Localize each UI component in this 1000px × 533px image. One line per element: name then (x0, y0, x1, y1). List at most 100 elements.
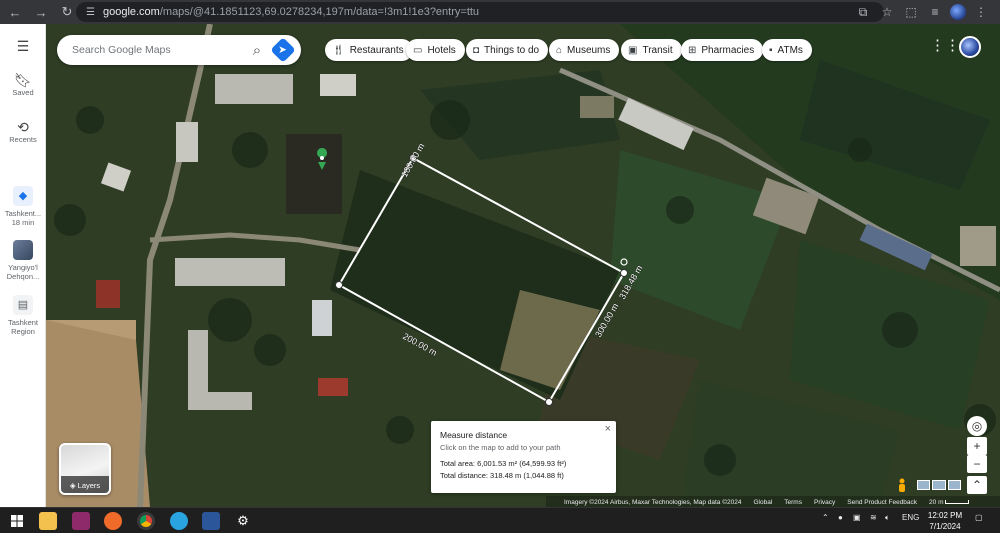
directions-icon: ◆ (13, 186, 33, 206)
app-icon[interactable] (72, 512, 90, 530)
chip-label: ATMs (777, 44, 803, 56)
directions-button[interactable]: ➤ (270, 37, 296, 63)
chip-label: Pharmacies (701, 44, 755, 56)
browser-toolbar: ← → ↻ ☰ google.com/maps/@41.1851123,69.0… (0, 0, 1000, 24)
chip-things-to-do[interactable]: ◘ Things to do (466, 39, 549, 61)
chip-transit[interactable]: ▣ Transit (621, 39, 682, 61)
notifications-icon[interactable]: ▢ (975, 513, 983, 522)
menu-button[interactable]: ☰ (0, 39, 46, 54)
global-link[interactable]: Global (753, 499, 772, 506)
chip-label: Hotels (427, 44, 456, 56)
plus-icon: + (973, 439, 981, 453)
close-icon[interactable]: × (605, 423, 611, 435)
google-apps-icon[interactable]: ⋮⋮⋮ (930, 36, 975, 58)
measure-vertex[interactable] (545, 398, 553, 406)
terms-link[interactable]: Terms (784, 499, 802, 506)
recent-item-tashkent-region[interactable]: ▤ Tashkent Region (0, 295, 46, 336)
measure-hint: Click on the map to add to your path (440, 443, 561, 452)
recent-item-tashkent[interactable]: ◆ Tashkent... 18 min (0, 186, 46, 227)
chip-restaurants[interactable]: 🍴︎ Restaurants (325, 39, 413, 61)
tray-app-icon[interactable]: ● (838, 513, 843, 522)
recents-label: Recents (9, 135, 37, 144)
forward-icon[interactable]: → (30, 1, 52, 23)
minus-icon: − (973, 457, 981, 471)
chip-hotels[interactable]: ▭ Hotels (406, 39, 465, 61)
imagery-thumb[interactable] (947, 480, 961, 490)
place-thumbnail (13, 240, 33, 260)
clock-time[interactable]: 12:02 PM (924, 511, 966, 520)
url-text: google.com/maps/@41.1851123,69.0278234,1… (103, 6, 479, 18)
bookmark-icon: 🔖︎ (14, 72, 32, 88)
layers-button[interactable]: ◈ Layers (59, 443, 111, 495)
search-icon[interactable]: ⌕ (244, 42, 270, 59)
total-distance: Total distance: 318.48 m (1,044.88 ft) (440, 471, 564, 480)
extensions-icon[interactable]: ⬚ (902, 5, 920, 19)
bus-icon: ▣ (628, 44, 638, 56)
scale-label: 20 m (929, 498, 944, 506)
install-app-icon[interactable]: ⧉ (854, 5, 872, 20)
chip-label: Museums (567, 44, 611, 56)
museum-icon: ⌂ (556, 44, 563, 56)
zoom-out-button[interactable]: − (967, 455, 987, 473)
windows-start-icon[interactable] (8, 512, 26, 530)
saved-button[interactable]: 🔖︎ Saved (0, 72, 46, 97)
telegram-icon[interactable] (170, 512, 188, 530)
measure-vertex[interactable] (335, 281, 343, 289)
camera-icon: ◘ (473, 44, 480, 56)
app-icon[interactable] (104, 512, 122, 530)
zoom-in-button[interactable]: + (967, 437, 987, 455)
pharmacy-icon: ⊞ (688, 44, 697, 56)
expand-button[interactable]: ⌃ (967, 476, 987, 494)
url-host: google.com (102, 6, 160, 18)
layers-text: Layers (77, 481, 101, 490)
profile-avatar-icon[interactable] (950, 4, 966, 20)
chip-museums[interactable]: ⌂ Museums (549, 39, 620, 61)
wifi-icon[interactable]: ≋ (870, 513, 877, 522)
directions-arrow-icon: ➤ (279, 44, 287, 55)
pegman-icon[interactable] (896, 478, 908, 494)
browser-actions: ⧉ ☆ ⬚ ≡ ⋮ (854, 2, 1000, 22)
privacy-link[interactable]: Privacy (814, 499, 835, 506)
chip-label: Restaurants (349, 44, 404, 56)
my-location-button[interactable]: ◎ (967, 416, 987, 436)
language-indicator[interactable]: ENG (902, 513, 919, 522)
recent-item-sublabel: Dehqon... (6, 272, 40, 281)
chevron-up-icon[interactable]: ⌃ (822, 513, 829, 522)
recent-item-sublabel: 18 min (11, 218, 35, 227)
recent-item-yangiyol[interactable]: Yangiyo'l Dehqon... (0, 240, 46, 281)
bed-icon: ▭ (413, 44, 423, 56)
measure-distance-card: Measure distance Click on the map to add… (431, 421, 616, 493)
word-icon[interactable] (202, 512, 220, 530)
recent-item-sublabel: Region (11, 327, 35, 336)
recents-button[interactable]: ⟲ Recents (0, 120, 46, 144)
feedback-link[interactable]: Send Product Feedback (847, 499, 917, 506)
site-info-icon[interactable]: ☰ (86, 7, 95, 18)
layers-label: ◈ Layers (69, 481, 101, 490)
imagery-thumb[interactable] (932, 480, 946, 490)
imagery-history-thumbs[interactable] (917, 480, 961, 490)
back-icon[interactable]: ← (4, 1, 26, 23)
chrome-icon[interactable] (137, 512, 155, 530)
search-box[interactable]: Search Google Maps ⌕ ➤ (57, 35, 301, 65)
imagery-attribution: Imagery ©2024 Airbus, Maxar Technologies… (564, 498, 742, 506)
bookmark-star-icon[interactable]: ☆ (878, 5, 896, 19)
imagery-thumb[interactable] (917, 480, 931, 490)
address-bar[interactable]: ☰ google.com/maps/@41.1851123,69.0278234… (76, 2, 884, 22)
atm-icon: ▪ (769, 44, 773, 56)
chip-label: Things to do (484, 44, 540, 56)
chip-atms[interactable]: ▪ ATMs (762, 39, 812, 61)
reload-icon[interactable]: ↻ (56, 1, 78, 23)
tab-search-icon[interactable]: ≡ (926, 5, 944, 19)
tray-app-icon[interactable]: ▣ (853, 513, 861, 522)
volume-icon[interactable]: 🔈︎ (885, 513, 890, 523)
scale-bar[interactable]: 20 m (929, 498, 970, 506)
settings-gear-icon[interactable]: ⚙ (234, 512, 252, 530)
clock-date[interactable]: 7/1/2024 (924, 522, 966, 531)
chevron-up-icon: ⌃ (971, 478, 983, 492)
chip-pharmacies[interactable]: ⊞ Pharmacies (681, 39, 764, 61)
file-explorer-icon[interactable] (39, 512, 57, 530)
browser-menu-icon[interactable]: ⋮ (972, 5, 990, 19)
search-input[interactable]: Search Google Maps (72, 44, 244, 56)
measure-vertex[interactable] (620, 269, 628, 277)
account-avatar[interactable] (959, 36, 981, 58)
